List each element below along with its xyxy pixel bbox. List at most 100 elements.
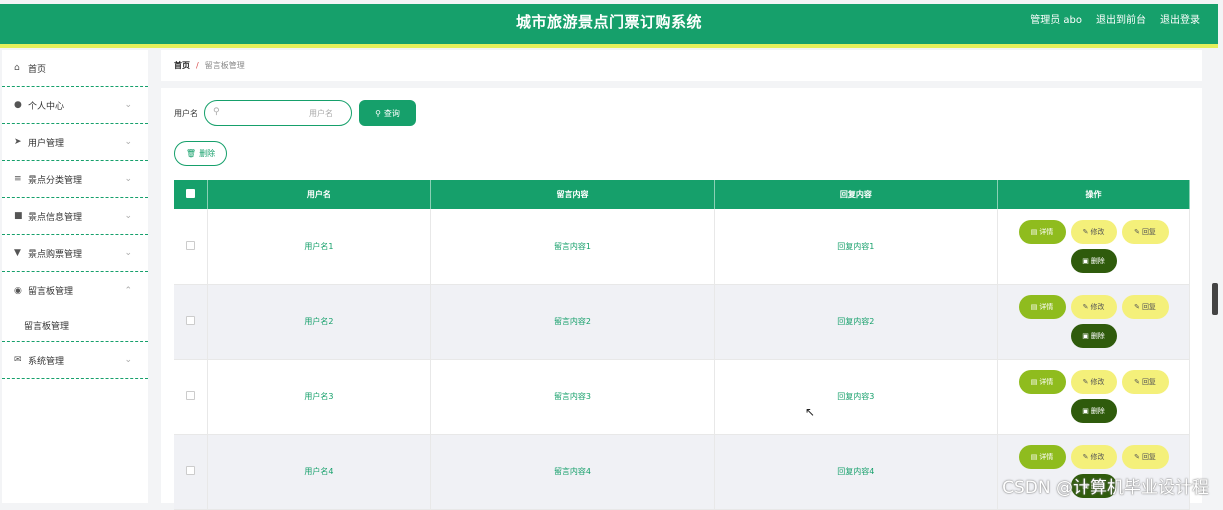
cell-actions: ▤ 详情 ✎ 修改 ✎ 回复 ▣ 删除 (997, 209, 1190, 285)
delete-button[interactable]: ▣ 删除 (1070, 399, 1117, 423)
cell-message: 留言内容3 (430, 359, 715, 435)
header-links: 管理员 abo 退出到前台 退出登录 (1030, 4, 1200, 44)
search-icon: ⚲ (213, 107, 220, 117)
col-username: 用户名 (207, 180, 432, 209)
sidebar-item-users[interactable]: ➤ 用户管理 ⌄ (2, 124, 148, 161)
cell-actions: ▤ 详情 ✎ 修改 ✎ 回复 ▣ 删除 (997, 284, 1190, 360)
sidebar-item-label: 留言板管理 (28, 287, 74, 297)
search-icon: ⚲ (375, 108, 381, 118)
cell-reply: 回复内容2 (714, 284, 999, 360)
search-button[interactable]: ⚲ 查询 (359, 100, 416, 126)
reply-button[interactable]: ✎ 回复 (1121, 370, 1169, 394)
action-buttons: ▤ 详情 ✎ 修改 ✎ 回复 ▣ 删除 (998, 295, 1189, 348)
logout-link[interactable]: 退出登录 (1160, 4, 1200, 44)
doc-icon: ▤ (1030, 378, 1038, 386)
sidebar-item-scenic-category[interactable]: ≡ 景点分类管理 ⌄ (2, 161, 148, 198)
detail-button[interactable]: ▤ 详情 (1018, 219, 1066, 244)
edit-label: 修改 (1090, 453, 1105, 461)
sidebar-item-ticket[interactable]: ▼ 景点购票管理 ⌄ (2, 235, 148, 272)
reply-button[interactable]: ✎ 回复 (1121, 295, 1169, 319)
delete-label: 删除 (1090, 407, 1105, 415)
trash-icon: 🗑 (185, 149, 197, 158)
trash-icon: ▣ (1082, 256, 1089, 265)
cell-username: 用户名4 (207, 434, 432, 510)
row-select-cell (174, 209, 208, 285)
reply-button[interactable]: ✎ 回复 (1121, 445, 1169, 469)
delete-button[interactable]: ▣ 删除 (1070, 324, 1117, 348)
row-checkbox[interactable] (185, 316, 195, 325)
pencil-icon: ✎ (1082, 378, 1089, 386)
detail-button[interactable]: ▤ 详情 (1018, 445, 1066, 469)
select-all-cell (174, 180, 208, 209)
chevron-down-icon: ⌄ (124, 355, 132, 365)
pencil-icon: ✎ (1082, 303, 1089, 311)
cell-username: 用户名3 (207, 359, 432, 435)
doc-icon: ▤ (1030, 303, 1038, 311)
search-input-wrapper: ⚲ (204, 100, 352, 126)
edit-button[interactable]: ✎ 修改 (1070, 370, 1117, 394)
bulk-delete-button[interactable]: 🗑 删除 (174, 141, 227, 166)
reply-button[interactable]: ✎ 回复 (1121, 219, 1169, 244)
delete-button[interactable]: ▣ 删除 (1070, 248, 1117, 273)
breadcrumb-home[interactable]: 首页 (174, 60, 190, 71)
row-select-cell (174, 359, 208, 435)
send-icon: ➤ (14, 137, 22, 147)
reply-label: 回复 (1141, 227, 1156, 236)
detail-button[interactable]: ▤ 详情 (1018, 295, 1066, 319)
header-accent-strip (0, 44, 1218, 48)
sidebar-item-label: 系统管理 (28, 356, 65, 367)
sidebar-item-label: 首页 (28, 64, 47, 75)
location-icon: ◉ (14, 285, 22, 296)
breadcrumb-separator: / (196, 61, 199, 70)
row-select-cell (174, 284, 208, 360)
cell-reply: 回复内容3 (714, 359, 999, 435)
sidebar-item-profile[interactable]: ● 个人中心 ⌄ (2, 87, 148, 124)
edit-button[interactable]: ✎ 修改 (1070, 219, 1117, 244)
chevron-down-icon: ⌄ (124, 211, 132, 221)
cell-reply: 回复内容1 (714, 209, 999, 285)
row-checkbox[interactable] (185, 391, 195, 400)
edit-label: 修改 (1090, 378, 1105, 386)
detail-label: 详情 (1039, 227, 1054, 236)
cell-actions: ▤ 详情 ✎ 修改 ✎ 回复 ▣ 删除 (997, 359, 1190, 435)
detail-button[interactable]: ▤ 详情 (1018, 370, 1066, 394)
search-bar: 用户名 ⚲ ⚲ 查询 (174, 100, 416, 126)
delete-label: 删除 (1090, 256, 1105, 265)
top-header: 城市旅游景点门票订购系统 管理员 abo 退出到前台 退出登录 (0, 4, 1218, 44)
table-row: 用户名1 留言内容1 回复内容1 ▤ 详情 ✎ 修改 ✎ 回复 ▣ 删除 (174, 209, 1190, 285)
chevron-up-icon: ⌃ (124, 285, 132, 296)
submenu-message-board[interactable]: 留言板管理 (2, 309, 148, 342)
frontend-link[interactable]: 退出到前台 (1096, 4, 1146, 44)
trash-icon: ▣ (1082, 332, 1089, 340)
sidebar-item-home[interactable]: ⌂ 首页 (2, 50, 148, 87)
scrollbar-thumb[interactable] (1212, 283, 1218, 315)
reply-label: 回复 (1141, 453, 1156, 461)
row-checkbox[interactable] (185, 240, 195, 250)
detail-label: 详情 (1039, 303, 1054, 311)
search-button-label: 查询 (383, 108, 400, 118)
sidebar-item-scenic-info[interactable]: ■ 景点信息管理 ⌄ (2, 198, 148, 235)
message-table: 用户名 留言内容 回复内容 操作 用户名1 留言内容1 回复内容1 ▤ 详情 ✎ 修… (174, 180, 1190, 510)
edit-button[interactable]: ✎ 修改 (1070, 445, 1117, 469)
delete-label: 删除 (1090, 332, 1105, 340)
content-panel: 用户名 ⚲ ⚲ 查询 🗑 删除 用户名 留言内容 回复内容 操作 用户名1 留言… (161, 88, 1202, 510)
col-reply: 回复内容 (714, 180, 999, 209)
sidebar-item-system[interactable]: ✉ 系统管理 ⌄ (2, 342, 148, 379)
row-checkbox[interactable] (185, 466, 195, 475)
breadcrumb: 首页 / 留言板管理 (161, 50, 1202, 81)
reply-label: 回复 (1141, 303, 1156, 311)
watermark: CSDN @计算机毕业设计程 (1002, 478, 1209, 498)
pencil-icon: ✎ (1134, 453, 1140, 461)
sidebar-item-message-board[interactable]: ◉ 留言板管理 ⌃ (2, 272, 148, 309)
search-input[interactable] (205, 101, 351, 126)
admin-label: 管理员 abo (1030, 15, 1082, 26)
select-all-checkbox[interactable] (185, 189, 195, 198)
sidebar: ⌂ 首页 ● 个人中心 ⌄ ➤ 用户管理 ⌄ ≡ 景点分类管理 ⌄ ■ 景点信息… (2, 50, 148, 503)
edit-button[interactable]: ✎ 修改 (1070, 295, 1117, 319)
col-message: 留言内容 (430, 180, 715, 209)
edit-label: 修改 (1090, 227, 1105, 236)
action-buttons: ▤ 详情 ✎ 修改 ✎ 回复 ▣ 删除 (998, 219, 1189, 273)
thumb-icon: ■ (14, 211, 23, 221)
cell-message: 留言内容1 (430, 209, 715, 285)
detail-label: 详情 (1039, 453, 1054, 461)
